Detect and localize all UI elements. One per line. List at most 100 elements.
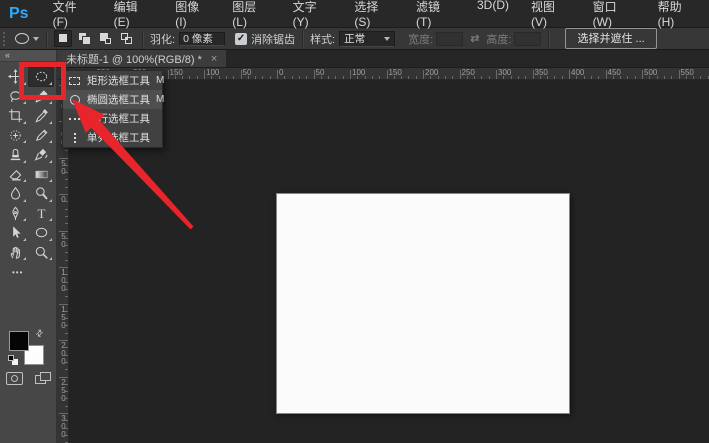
menu-item-4[interactable]: 图层(L)	[221, 0, 281, 29]
blur-tool[interactable]	[2, 184, 28, 204]
history-brush-tool[interactable]	[28, 145, 54, 165]
move-tool[interactable]	[2, 67, 28, 87]
quick-mask-mode-button[interactable]	[6, 372, 23, 385]
ruler-label: 200	[425, 68, 438, 77]
add-to-selection-icon	[78, 32, 91, 45]
new-selection-button[interactable]	[54, 30, 72, 47]
quick-mask-icon	[11, 375, 18, 382]
select-and-mask-button[interactable]: 选择并遮住 ...	[565, 28, 656, 49]
path-selection-tool[interactable]	[2, 223, 28, 243]
ruler-tick	[65, 406, 68, 407]
ruler-tick	[416, 76, 417, 79]
type-tool[interactable]: T	[28, 204, 54, 224]
ruler-tick	[554, 76, 555, 79]
ellipse-marquee-icon	[68, 95, 81, 105]
screen-mode-button[interactable]	[35, 372, 52, 385]
menu-item-9[interactable]: 视图(V)	[520, 0, 582, 29]
ruler-tick	[408, 76, 409, 79]
menu-item-11[interactable]: 帮助(H)	[647, 0, 709, 29]
hand-tool[interactable]	[2, 243, 28, 263]
ruler-label: 50	[243, 68, 252, 77]
antialias-checkbox[interactable]: ✓	[235, 33, 247, 45]
ellipse-shape-tool[interactable]	[28, 223, 54, 243]
menu-item-5[interactable]: 文字(Y)	[282, 0, 344, 29]
ruler-tick	[65, 216, 68, 217]
ruler-tick	[335, 76, 336, 79]
document-tab[interactable]: 未标题-1 @ 100%(RGB/8) * ×	[57, 50, 226, 67]
document-canvas[interactable]	[277, 194, 569, 413]
menu-item-7[interactable]: 滤镜(T)	[405, 0, 466, 29]
quick-selection-tool[interactable]	[28, 87, 54, 107]
ruler-tick	[65, 296, 68, 297]
flyout-item-ellipse-marquee[interactable]: 椭圆选框工具M	[63, 90, 162, 109]
flyout-item-label: 单列选框工具	[87, 130, 150, 145]
tools-panel: « T ••• ⇄	[0, 50, 57, 443]
horizontal-ruler[interactable]: 2502001501005005010015020025030035040045…	[69, 68, 709, 80]
zoom-tool[interactable]	[28, 243, 54, 263]
ruler-label: 300	[498, 68, 511, 77]
menu-bar: Ps 文件(F)编辑(E)图像(I)图层(L)文字(Y)选择(S)滤镜(T)3D…	[0, 0, 709, 28]
add-to-selection-button[interactable]	[75, 30, 93, 47]
flyout-item-single-column-marquee[interactable]: 单列选框工具	[63, 128, 162, 147]
tools-panel-header[interactable]: «	[0, 50, 56, 62]
tool-preset-picker[interactable]	[15, 33, 39, 44]
ruler-label: 300	[59, 414, 67, 438]
ruler-tick	[343, 76, 344, 79]
menu-item-10[interactable]: 窗口(W)	[582, 0, 647, 29]
crop-tool[interactable]	[2, 106, 28, 126]
antialias-label: 消除锯齿	[251, 31, 295, 47]
photoshop-logo: Ps	[9, 5, 29, 23]
ruler-tick	[65, 179, 68, 180]
ruler-tick	[255, 76, 256, 79]
ruler-tick	[233, 76, 234, 79]
menu-item-6[interactable]: 选择(S)	[343, 0, 405, 29]
flyout-item-rect-marquee[interactable]: 矩形选框工具M	[63, 71, 162, 90]
ruler-tick	[65, 223, 68, 224]
width-input[interactable]	[436, 32, 463, 46]
ruler-tick	[518, 76, 519, 79]
gradient-tool[interactable]	[28, 165, 54, 185]
style-select[interactable]: 正常	[339, 31, 395, 47]
flyout-item-label: 矩形选框工具	[87, 73, 150, 88]
eyedropper-tool[interactable]	[28, 106, 54, 126]
ruler-tick	[328, 76, 329, 79]
width-label: 宽度:	[408, 31, 433, 47]
swap-width-height-icon[interactable]: ⇄	[470, 32, 479, 45]
document-tab-title: 未标题-1 @ 100%(RGB/8) *	[66, 51, 202, 67]
ruler-tick	[379, 76, 380, 79]
default-colors-icon[interactable]	[8, 355, 18, 365]
brush-tool[interactable]	[28, 126, 54, 146]
intersect-with-selection-button[interactable]	[117, 30, 135, 47]
ellipse-marquee-preset-icon	[15, 33, 29, 44]
elliptical-marquee-tool[interactable]	[28, 67, 54, 87]
menu-item-8[interactable]: 3D(D)	[466, 0, 520, 29]
new-selection-icon	[57, 32, 70, 45]
options-bar-grip[interactable]	[3, 32, 6, 46]
spot-healing-brush-tool[interactable]	[2, 126, 28, 146]
menu-item-3[interactable]: 图像(I)	[164, 0, 221, 29]
pen-tool[interactable]	[2, 204, 28, 224]
collapse-panel-icon[interactable]: «	[5, 50, 10, 60]
lasso-tool[interactable]	[2, 87, 28, 107]
height-input[interactable]	[514, 32, 541, 46]
menu-item-1[interactable]: 文件(F)	[42, 0, 103, 29]
feather-input[interactable]	[179, 32, 225, 46]
edit-toolbar-ellipsis[interactable]: •••	[12, 268, 56, 277]
flyout-item-label: 椭圆选框工具	[87, 92, 150, 107]
ruler-label: 250	[462, 68, 475, 77]
ruler-tick	[204, 70, 205, 79]
foreground-color-swatch[interactable]	[9, 331, 29, 351]
eraser-tool[interactable]	[2, 165, 28, 185]
dodge-tool[interactable]	[28, 184, 54, 204]
ruler-label: 200	[59, 341, 67, 365]
subtract-from-selection-button[interactable]	[96, 30, 114, 47]
swap-colors-icon[interactable]: ⇄	[33, 327, 46, 340]
single-row-marquee-icon	[68, 118, 81, 120]
clone-stamp-tool[interactable]	[2, 145, 28, 165]
close-tab-icon[interactable]: ×	[211, 53, 217, 65]
ruler-label: 450	[608, 68, 621, 77]
flyout-item-single-row-marquee[interactable]: 单行选框工具	[63, 109, 162, 128]
ruler-tick	[387, 70, 388, 79]
ruler-tick	[314, 70, 315, 79]
menu-item-2[interactable]: 编辑(E)	[103, 0, 165, 29]
